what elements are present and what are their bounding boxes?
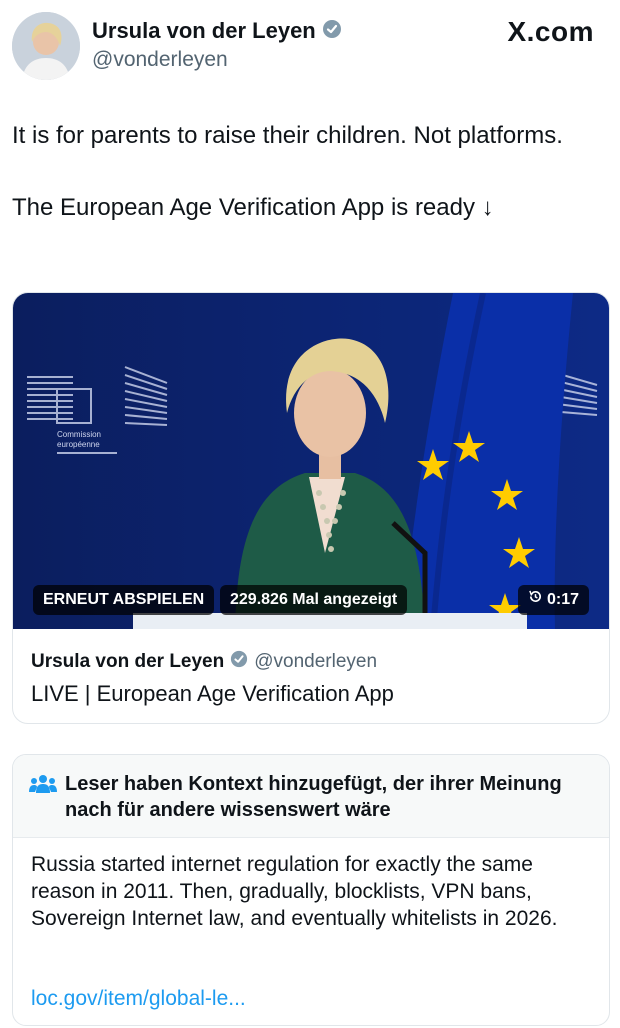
verified-badge-icon: [322, 19, 342, 44]
replay-clock-icon: [528, 585, 543, 615]
note-body: Russia started internet regulation for e…: [31, 853, 558, 930]
verified-badge-icon: [230, 650, 248, 673]
author-name[interactable]: Ursula von der Leyen: [92, 18, 316, 44]
card-author-handle[interactable]: @vonderleyen: [254, 651, 377, 673]
duration-text: 0:17: [546, 591, 579, 608]
post-paragraph-2: The European Age Verification App is rea…: [12, 194, 494, 221]
post-paragraph-1: It is for parents to raise their childre…: [12, 122, 563, 149]
note-header-text: Leser haben Kontext hinzugefügt, der ihr…: [65, 773, 562, 821]
svg-text:européenne: européenne: [57, 440, 100, 449]
author-handle[interactable]: @vonderleyen: [92, 48, 228, 72]
author-row: Ursula von der Leyen: [92, 18, 342, 44]
community-note: Leser haben Kontext hinzugefügt, der ihr…: [12, 754, 610, 1026]
replay-button[interactable]: ERNEUT ABSPIELEN: [33, 585, 215, 615]
card-author-name[interactable]: Ursula von der Leyen: [31, 651, 224, 673]
card-title[interactable]: LIVE | European Age Verification App: [31, 681, 394, 707]
note-header: Leser haben Kontext hinzugefügt, der ihr…: [13, 755, 609, 838]
avatar[interactable]: [12, 12, 80, 80]
view-count: 229.826 Mal angezeigt: [220, 585, 408, 615]
svg-text:Commission: Commission: [57, 430, 101, 439]
card-author-row: Ursula von der Leyen @vonderleyen: [31, 650, 377, 673]
people-icon: [29, 773, 57, 800]
video-player[interactable]: Commission européenne: [13, 293, 609, 629]
note-source-link[interactable]: loc.gov/item/global-le...: [31, 987, 246, 1011]
post-text: It is for parents to raise their childre…: [12, 118, 572, 262]
video-card[interactable]: Commission européenne ERNEUT ABSPIELEN 2…: [12, 292, 610, 724]
site-logo: X.com: [507, 16, 594, 47]
duration-badge: 0:17: [517, 585, 589, 615]
